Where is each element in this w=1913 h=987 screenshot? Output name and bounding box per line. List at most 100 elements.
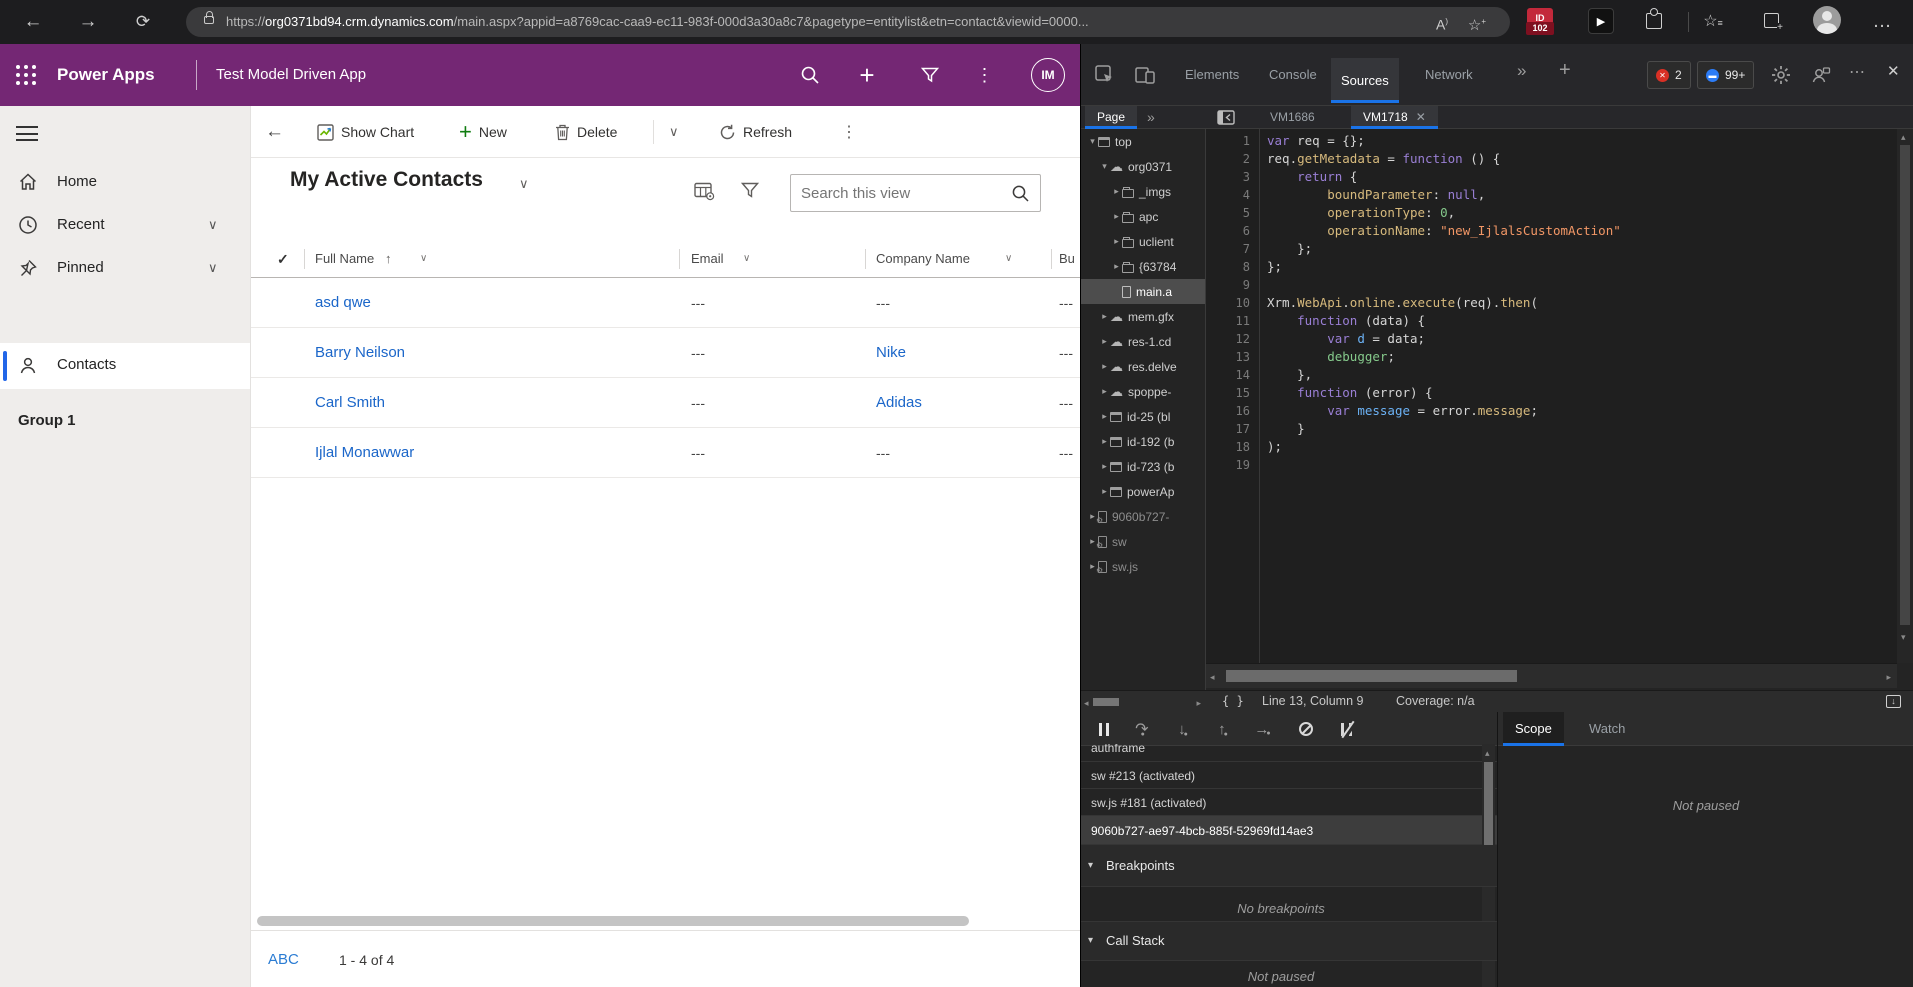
tree-collapsed-icon[interactable]: ▸ <box>1111 211 1122 222</box>
tree-item-apc[interactable]: ▸ apc <box>1081 204 1205 229</box>
tab-scope[interactable]: Scope <box>1503 712 1564 746</box>
tree-item-mem-gfx[interactable]: ▸ ☁ mem.gfx <box>1081 304 1205 329</box>
tree-item-res-delve[interactable]: ▸ ☁ res.delve <box>1081 354 1205 379</box>
pause-on-exceptions-icon[interactable] <box>1331 712 1361 746</box>
dock-icon[interactable]: ↓ <box>1886 695 1901 708</box>
filter-icon[interactable] <box>741 182 759 199</box>
tree-collapsed-icon[interactable]: ▸ <box>1099 461 1110 472</box>
more-tabs-chevron[interactable]: » <box>1517 61 1526 81</box>
grid-back-button[interactable]: ← <box>265 106 284 158</box>
extension-play-icon[interactable]: ▶ <box>1588 8 1614 34</box>
column-menu-chevron[interactable]: ∨ <box>1005 240 1012 278</box>
tree-collapsed-icon[interactable]: ▸ <box>1099 411 1110 422</box>
deactivate-breakpoints-icon[interactable] <box>1291 712 1321 746</box>
select-all-checkmark[interactable]: ✓ <box>277 240 289 278</box>
browser-back-button[interactable]: ← <box>18 0 48 44</box>
step-icon[interactable]: → ● <box>1249 712 1279 746</box>
browser-settings-menu[interactable]: … <box>1868 0 1898 44</box>
tree-collapsed-icon[interactable]: ▸ <box>1099 486 1110 497</box>
tree-item-sw[interactable]: ▸sw <box>1081 529 1205 554</box>
search-icon[interactable] <box>1011 184 1030 203</box>
contact-name-link[interactable]: Barry Neilson <box>315 328 405 378</box>
edit-columns-icon[interactable] <box>694 182 715 201</box>
tree-item-9060b727-[interactable]: ▸9060b727- <box>1081 504 1205 529</box>
editor-tab-vm1718[interactable]: VM1718 ✕ <box>1351 106 1438 129</box>
tab-console[interactable]: Console <box>1259 61 1327 89</box>
column-menu-chevron[interactable]: ∨ <box>743 240 750 278</box>
jump-bar[interactable]: ABC <box>268 951 299 968</box>
breakpoints-section-header[interactable]: ▾ Breakpoints <box>1081 845 1497 887</box>
header-add-icon[interactable]: + <box>850 44 884 106</box>
read-aloud-icon[interactable]: A) <box>1436 7 1448 37</box>
header-more-icon[interactable]: ⋮ <box>968 44 1002 106</box>
inspect-element-icon[interactable] <box>1095 65 1115 85</box>
contact-company-link[interactable]: Adidas <box>876 378 922 428</box>
tab-elements[interactable]: Elements <box>1175 61 1249 89</box>
contact-company-link[interactable]: Nike <box>876 328 906 378</box>
tree-expanded-icon[interactable]: ▾ <box>1099 161 1110 172</box>
tree-collapsed-icon[interactable]: ▸ <box>1099 436 1110 447</box>
browser-profile-avatar[interactable] <box>1813 6 1841 34</box>
tree-expanded-icon[interactable]: ▾ <box>1087 136 1098 147</box>
issues-badge[interactable]: ▬ 99+ <box>1697 61 1755 89</box>
pretty-print-icon[interactable]: { } <box>1222 691 1244 712</box>
column-menu-chevron[interactable]: ∨ <box>420 240 427 278</box>
new-button[interactable]: + New <box>459 106 507 158</box>
callstack-section-header[interactable]: ▾ Call Stack <box>1081 922 1497 961</box>
table-row[interactable]: asd qwe --- --- --- <box>251 278 1080 328</box>
command-more-button[interactable]: ⋮ <box>841 106 857 158</box>
tree-collapsed-icon[interactable]: ▸ <box>1099 336 1110 347</box>
contact-name-link[interactable]: Ijlal Monawwar <box>315 428 414 478</box>
sidebar-item-recent[interactable]: Recent ∨ <box>0 203 250 246</box>
tree-item--imgs[interactable]: ▸ _imgs <box>1081 179 1205 204</box>
tree-item-top[interactable]: ▾ top <box>1081 129 1205 154</box>
devtools-more-menu[interactable]: ⋯ <box>1849 62 1866 82</box>
tree-collapsed-icon[interactable]: ▸ <box>1099 386 1110 397</box>
refresh-button[interactable]: Refresh <box>719 106 792 158</box>
thread-item[interactable]: sw.js #181 (activated) <box>1081 789 1497 816</box>
view-title[interactable]: My Active Contacts <box>290 168 483 192</box>
column-header-company[interactable]: Company Name <box>876 240 970 278</box>
table-row[interactable]: Barry Neilson --- Nike --- <box>251 328 1080 378</box>
tree-item-id-25-bl[interactable]: ▸ id-25 (bl <box>1081 404 1205 429</box>
sitemap-toggle-icon[interactable] <box>16 126 38 141</box>
step-over-icon[interactable]: ↷ ● <box>1129 712 1159 746</box>
tree-item--63784[interactable]: ▸ {63784 <box>1081 254 1205 279</box>
column-header-email[interactable]: Email <box>691 240 724 278</box>
tab-watch[interactable]: Watch <box>1577 712 1637 746</box>
tree-collapsed-icon[interactable]: ▸ <box>1099 361 1110 372</box>
show-chart-button[interactable]: Show Chart <box>317 106 414 158</box>
thread-item[interactable]: 9060b727-ae97-4bcb-885f-52969fd14ae3 <box>1081 816 1497 845</box>
address-bar[interactable]: https://org0371bd94.crm.dynamics.com/mai… <box>186 7 1510 37</box>
table-row[interactable]: Carl Smith --- Adidas --- <box>251 378 1080 428</box>
view-selector-caret[interactable]: ∨ <box>519 176 529 192</box>
collections-icon[interactable] <box>1764 13 1783 33</box>
devtools-close-icon[interactable]: ✕ <box>1887 62 1900 80</box>
scrollbar-thumb[interactable] <box>1226 670 1517 682</box>
chevron-down-icon[interactable]: ∨ <box>208 260 218 276</box>
extensions-puzzle-icon[interactable] <box>1646 8 1662 29</box>
delete-split-chevron[interactable]: ∨ <box>669 106 679 158</box>
tree-item-spoppe-[interactable]: ▸ ☁ spoppe- <box>1081 379 1205 404</box>
chevron-down-icon[interactable]: ∨ <box>208 217 218 233</box>
contact-name-link[interactable]: asd qwe <box>315 278 371 328</box>
editor-tab-vm1686[interactable]: VM1686 <box>1258 106 1327 129</box>
tab-network[interactable]: Network <box>1415 61 1483 89</box>
devtools-settings-gear-icon[interactable] <box>1771 65 1791 85</box>
thread-item[interactable]: authframe <box>1081 744 1497 762</box>
tree-horizontal-scrollbar[interactable]: ◂ ▸ <box>1081 690 1206 712</box>
view-search-input[interactable] <box>801 175 1001 211</box>
profile-icon[interactable] <box>1811 65 1831 85</box>
user-avatar[interactable]: IM <box>1031 58 1065 92</box>
navigator-more-chevron[interactable]: » <box>1147 109 1155 125</box>
step-into-icon[interactable]: ↓ ● <box>1169 712 1199 746</box>
pause-script-button[interactable] <box>1089 712 1119 746</box>
scrollbar-thumb[interactable] <box>1900 145 1910 625</box>
grid-horizontal-scrollbar[interactable] <box>257 916 969 926</box>
sidebar-item-home[interactable]: Home <box>0 160 250 203</box>
tab-sources[interactable]: Sources <box>1331 58 1399 103</box>
tree-item-main-a[interactable]: main.a <box>1081 279 1205 304</box>
table-row[interactable]: Ijlal Monawwar --- --- --- <box>251 428 1080 478</box>
sort-ascending-icon[interactable]: ↑ <box>385 240 392 278</box>
device-toolbar-icon[interactable] <box>1135 65 1155 85</box>
